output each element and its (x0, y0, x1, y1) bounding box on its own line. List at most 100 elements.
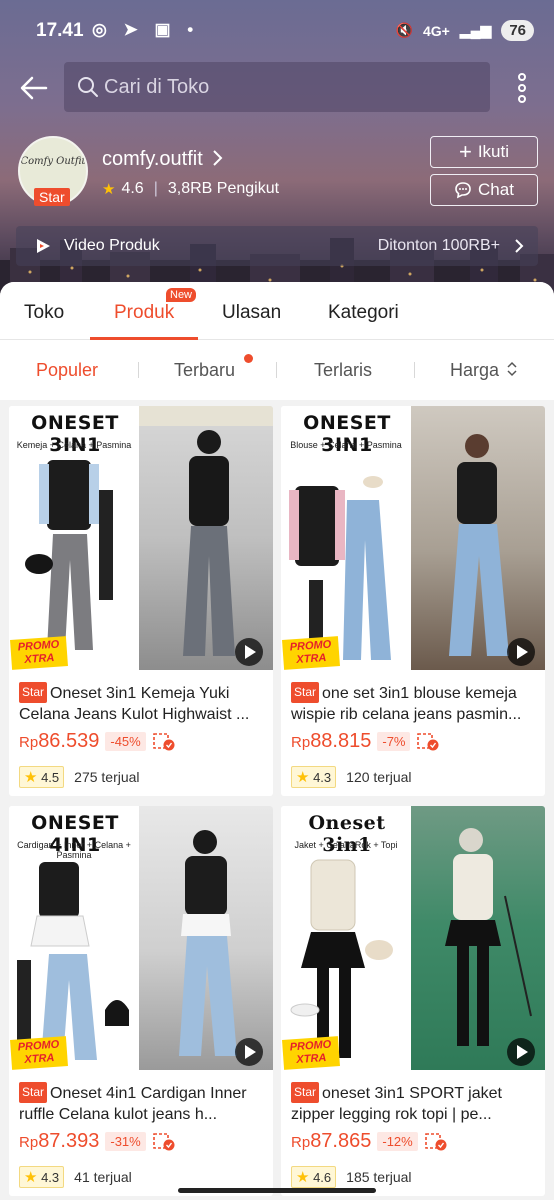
model-figure (449, 434, 509, 656)
play-icon (517, 645, 528, 659)
home-indicator[interactable] (178, 1188, 376, 1193)
sort-terlaris[interactable]: Terlaris (314, 360, 372, 381)
promo-xtra-badge: PROMO XTRA (10, 636, 68, 670)
chevron-right-icon (515, 239, 524, 253)
play-icon (245, 645, 256, 659)
product-card[interactable]: ONESET 3IN1 Blouse + Celana + Pasmina PR… (281, 406, 545, 796)
outfit-illustration (289, 476, 391, 660)
product-title[interactable]: Star one set 3in1 blouse kemeja wispie ri… (291, 682, 537, 724)
product-title[interactable]: Star Oneset 4in1 Cardigan Inner ruffle Ce… (19, 1082, 265, 1124)
sort-harga[interactable]: Harga (450, 360, 499, 381)
battery-indicator: 76 (501, 20, 534, 41)
shop-name[interactable]: comfy.outfit (102, 148, 203, 171)
currency: Rp (291, 734, 311, 751)
follow-button[interactable]: + Ikuti (430, 136, 538, 168)
product-image[interactable]: ONESET 3IN1 Kemeja + Celana + Pasmina PR… (9, 406, 273, 670)
shop-followers: 3,8RB Pengikut (167, 180, 280, 197)
star-seller-badge: Star (34, 188, 70, 206)
product-price: Rp88.815 (291, 730, 371, 753)
star-icon: ★ (24, 1169, 38, 1186)
tab-toko[interactable]: Toko (24, 302, 64, 324)
tab-kategori[interactable]: Kategori (328, 302, 399, 324)
play-video-button[interactable] (235, 1038, 263, 1066)
product-title-text: Oneset 3in1 Kemeja Yuki Celana Jeans Kul… (19, 685, 250, 723)
new-badge: New (166, 288, 197, 302)
star-badge: Star (291, 1082, 320, 1103)
rating-value: 4.3 (313, 770, 332, 785)
rating-value: 4.6 (313, 1170, 332, 1185)
star-badge: Star (291, 682, 320, 703)
chevron-right-icon (213, 150, 223, 166)
cod-verified-icon (152, 1132, 175, 1150)
sold-count: 185 terjual (346, 1169, 412, 1185)
status-time: 17.41 (36, 20, 84, 41)
product-title-text: Oneset 4in1 Cardigan Inner ruffle Celana… (19, 1085, 247, 1123)
sort-divider (138, 362, 139, 378)
more-options-icon[interactable] (510, 70, 534, 106)
outfit-illustration (290, 859, 393, 1058)
product-price: Rp87.865 (291, 1130, 371, 1153)
product-image[interactable]: ONESET 4IN1 Cardigan + Inner + Celana + … (9, 806, 273, 1070)
tab-ulasan[interactable]: Ulasan (222, 302, 281, 324)
video-play-icon (37, 239, 50, 253)
play-icon (517, 1045, 528, 1059)
discount-badge: -12% (377, 1132, 418, 1151)
sold-count: 41 terjual (74, 1169, 132, 1185)
rating-value: 4.5 (41, 770, 60, 785)
discount-badge: -7% (377, 732, 411, 751)
search-input[interactable] (104, 75, 464, 99)
price-row: Rp87.865 -12% (291, 1130, 448, 1153)
product-flatlay: ONESET 4IN1 Cardigan + Inner + Celana + … (9, 806, 139, 1070)
promo-xtra-badge: PROMO XTRA (10, 1036, 68, 1070)
image-subtitle: Blouse + Celana + Pasmina (290, 440, 402, 450)
chat-button[interactable]: Chat (430, 174, 538, 206)
price-value: 86.539 (38, 730, 100, 752)
product-image[interactable]: ONESET 3IN1 Blouse + Celana + Pasmina PR… (281, 406, 545, 670)
product-card[interactable]: Oneset 3in1 Jaket + CelanaRok + Topi PRO… (281, 806, 545, 1196)
sort-terbaru[interactable]: Terbaru (174, 360, 235, 381)
star-badge: Star (19, 682, 48, 703)
rating-pill: ★ 4.5 (19, 766, 65, 788)
image-subtitle: Jaket + CelanaRok + Topi (294, 840, 398, 850)
play-video-button[interactable] (507, 1038, 535, 1066)
notification-icons: ◎ ➤ ▣ • (92, 20, 200, 39)
network-label: 4G+ (423, 22, 450, 39)
play-video-button[interactable] (507, 638, 535, 666)
status-bar: 17.41 ◎ ➤ ▣ • 🔇 4G+ ▂▄▆ 76 (0, 14, 554, 50)
outfit-illustration (25, 460, 113, 650)
product-image[interactable]: Oneset 3in1 Jaket + CelanaRok + Topi PRO… (281, 806, 545, 1070)
tab-produk[interactable]: Produk (114, 302, 174, 324)
model-photo (411, 806, 545, 1070)
price-row: Rp86.539 -45% (19, 730, 176, 753)
sold-count: 120 terjual (346, 769, 412, 785)
shop-header: 17.41 ◎ ➤ ▣ • 🔇 4G+ ▂▄▆ 76 Comfy Outfit (0, 0, 554, 300)
star-icon: ★ (296, 769, 310, 786)
video-views: Ditonton 100RB+ (377, 237, 500, 254)
price-value: 87.393 (38, 1130, 100, 1152)
product-title-text: oneset 3in1 SPORT jaket zipper legging r… (291, 1085, 502, 1123)
content-sheet: Toko Produk New Ulasan Kategori Populer … (0, 282, 554, 1200)
back-arrow-icon[interactable] (18, 72, 50, 104)
mute-icon: 🔇 (395, 22, 413, 38)
search-box[interactable] (64, 62, 490, 112)
rating-pill: ★ 4.3 (291, 766, 337, 788)
product-card[interactable]: ONESET 4IN1 Cardigan + Inner + Celana + … (9, 806, 273, 1196)
sort-populer[interactable]: Populer (36, 360, 98, 381)
product-card[interactable]: ONESET 3IN1 Kemeja + Celana + Pasmina PR… (9, 406, 273, 796)
sort-arrows-icon (507, 361, 517, 377)
price-value: 88.815 (310, 730, 372, 752)
plus-icon: + (458, 139, 472, 164)
shop-meta: ★ 4.6 | 3,8RB Pengikut (102, 180, 279, 198)
model-figure (445, 828, 532, 1046)
video-product-bar[interactable]: Video Produk Ditonton 100RB+ (16, 226, 538, 266)
play-video-button[interactable] (235, 638, 263, 666)
video-product-label: Video Produk (64, 237, 160, 254)
search-icon (78, 77, 98, 97)
rating-row: ★ 4.3 41 terjual (19, 1166, 132, 1188)
currency: Rp (19, 1134, 39, 1151)
product-title[interactable]: Star oneset 3in1 SPORT jaket zipper leggi… (291, 1082, 537, 1124)
promo-xtra-badge: PROMO XTRA (282, 1036, 340, 1070)
discount-badge: -31% (105, 1132, 146, 1151)
product-title[interactable]: Star Oneset 3in1 Kemeja Yuki Celana Jeans… (19, 682, 265, 724)
star-icon: ★ (296, 1169, 310, 1186)
